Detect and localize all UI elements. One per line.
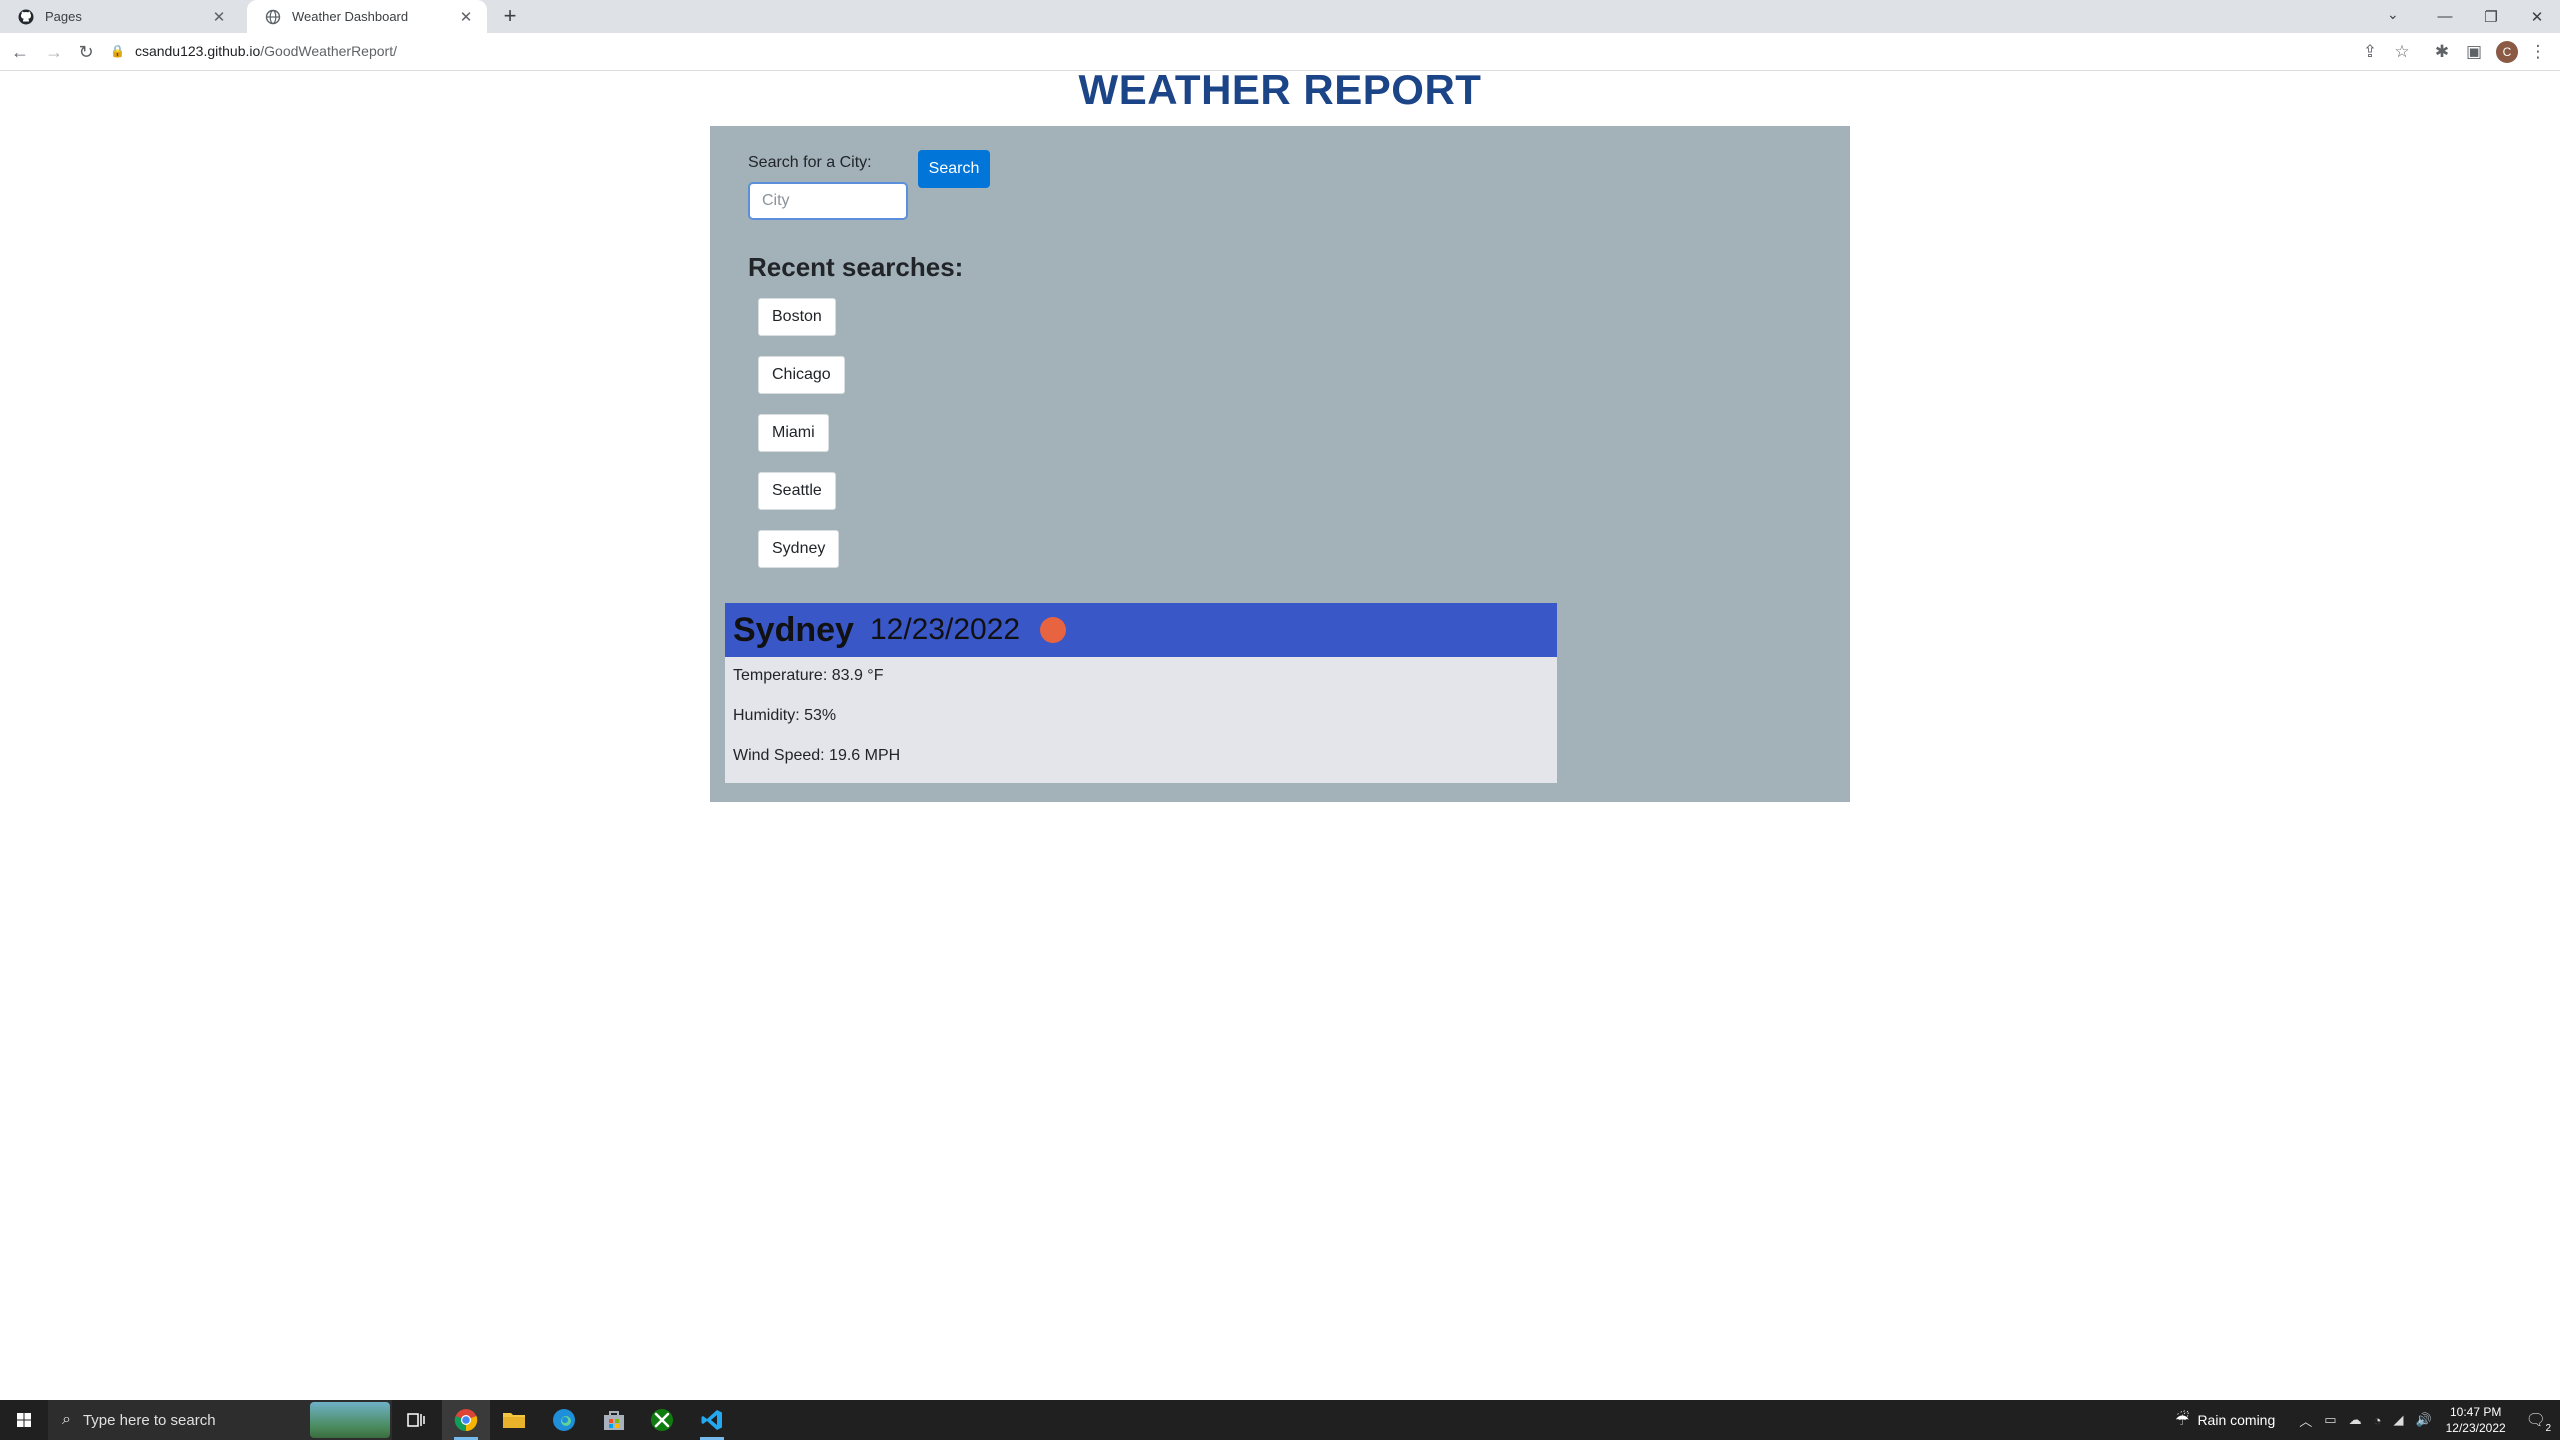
task-view-icon[interactable]	[392, 1400, 440, 1440]
lock-icon[interactable]: 🔒	[110, 44, 125, 58]
volume-icon[interactable]: 🔊	[2415, 1412, 2431, 1428]
temperature-text: Temperature: 83.9 °F	[733, 667, 884, 684]
recent-search-chicago[interactable]: Chicago	[758, 356, 845, 394]
clock-date: 12/23/2022	[2445, 1421, 2506, 1435]
close-tab-icon[interactable]: ✕	[210, 8, 228, 26]
reload-icon[interactable]: ↻	[72, 38, 100, 66]
github-icon	[18, 9, 34, 24]
bookmark-star-icon[interactable]: ☆	[2391, 42, 2413, 62]
search-highlight-image	[310, 1402, 390, 1438]
wind-speed-text: Wind Speed: 19.6 MPH	[733, 747, 901, 764]
menu-kebab-icon[interactable]: ⋮	[2527, 42, 2549, 62]
windows-taskbar: ⌕ Type here to search ☔ Rain coming ︿ ▭ …	[0, 1400, 2560, 1440]
url-path: /GoodWeatherReport/	[260, 43, 397, 59]
taskbar-weather-widget[interactable]: ☔ Rain coming	[2175, 1410, 2275, 1430]
weather-panel: Search for a City: Search Recent searche…	[710, 126, 1850, 802]
back-icon[interactable]: ←	[6, 38, 34, 66]
store-icon[interactable]	[590, 1400, 638, 1440]
network-icon[interactable]: ◢	[2393, 1412, 2403, 1428]
current-city: Sydney	[733, 610, 854, 649]
weather-widget-text: Rain coming	[2197, 1412, 2276, 1428]
share-icon[interactable]: ⇪	[2359, 42, 2381, 62]
search-button[interactable]: Search	[918, 150, 990, 188]
windows-logo-icon	[17, 1413, 31, 1427]
battery-icon[interactable]: ▭	[2324, 1412, 2336, 1428]
extensions-icon[interactable]: ✱	[2431, 42, 2453, 62]
rain-cloud-icon: ☔	[2175, 1412, 2190, 1429]
browser-tab-bar: Pages ✕ Weather Dashboard ✕ + ⌄ — ❐ ✕	[0, 0, 2560, 33]
recent-search-boston[interactable]: Boston	[758, 298, 836, 336]
close-window-icon[interactable]: ✕	[2514, 8, 2560, 26]
recent-searches-heading: Recent searches:	[748, 252, 964, 282]
url-host: csandu123.github.io	[134, 43, 261, 59]
side-panel-icon[interactable]: ▣	[2463, 42, 2485, 62]
address-bar[interactable]: 🔒 csandu123.github.io/GoodWeatherReport/	[110, 36, 2390, 66]
edge-icon[interactable]	[540, 1400, 588, 1440]
recent-search-sydney[interactable]: Sydney	[758, 530, 840, 568]
humidity-text: Humidity: 53%	[733, 707, 837, 724]
recent-search-seattle[interactable]: Seattle	[758, 472, 836, 510]
start-button[interactable]	[0, 1400, 48, 1440]
restore-icon[interactable]: ❐	[2468, 8, 2514, 26]
profile-avatar[interactable]: C	[2496, 41, 2518, 63]
wifi-icon[interactable]: ◔	[2374, 1413, 2382, 1428]
close-tab-icon[interactable]: ✕	[457, 8, 475, 26]
taskbar-search-box[interactable]: ⌕ Type here to search	[48, 1400, 392, 1440]
xbox-icon[interactable]	[638, 1400, 686, 1440]
notification-count: 2	[2545, 1423, 2551, 1434]
page-title: WEATHER REPORT	[1078, 66, 1482, 113]
system-tray: ☔ Rain coming ︿ ▭ ☁ ◔ ◢ 🔊 10:47 PM 12/23…	[2175, 1400, 2560, 1440]
taskbar-clock[interactable]: 10:47 PM 12/23/2022	[2446, 1404, 2506, 1436]
file-explorer-icon[interactable]	[490, 1400, 538, 1440]
weather-tray-icon[interactable]: ☁	[2349, 1412, 2362, 1428]
tab-search-icon[interactable]: ⌄	[2387, 6, 2399, 23]
new-tab-button[interactable]: +	[497, 3, 523, 29]
sun-icon	[1040, 617, 1067, 643]
globe-icon	[265, 9, 281, 24]
tab-title: Weather Dashboard	[292, 9, 409, 24]
city-search-input[interactable]	[748, 182, 908, 220]
minimize-icon[interactable]: —	[2422, 8, 2468, 25]
search-icon: ⌕	[62, 1411, 71, 1428]
search-label: Search for a City:	[748, 154, 872, 171]
tab-weather-dashboard[interactable]: Weather Dashboard ✕	[247, 0, 487, 33]
show-hidden-icons-chevron-icon[interactable]: ︿	[2299, 1411, 2312, 1430]
clock-time: 10:47 PM	[2449, 1405, 2502, 1419]
taskbar-search-placeholder: Type here to search	[82, 1411, 216, 1429]
current-weather-header: Sydney 12/23/2022	[725, 603, 1557, 657]
forward-icon[interactable]: →	[40, 38, 68, 66]
current-weather-card: Sydney 12/23/2022 Temperature: 83.9 °F H…	[725, 603, 1557, 783]
notification-center-icon[interactable]: 🗨 2	[2526, 1410, 2551, 1434]
tab-title: Pages	[45, 9, 82, 24]
current-date: 12/23/2022	[869, 613, 1021, 646]
recent-search-miami[interactable]: Miami	[758, 414, 829, 452]
vscode-icon[interactable]	[688, 1400, 736, 1440]
window-controls: — ❐ ✕	[2422, 0, 2560, 33]
tab-pages[interactable]: Pages ✕	[0, 0, 240, 33]
chrome-taskbar-icon[interactable]	[442, 1400, 490, 1440]
